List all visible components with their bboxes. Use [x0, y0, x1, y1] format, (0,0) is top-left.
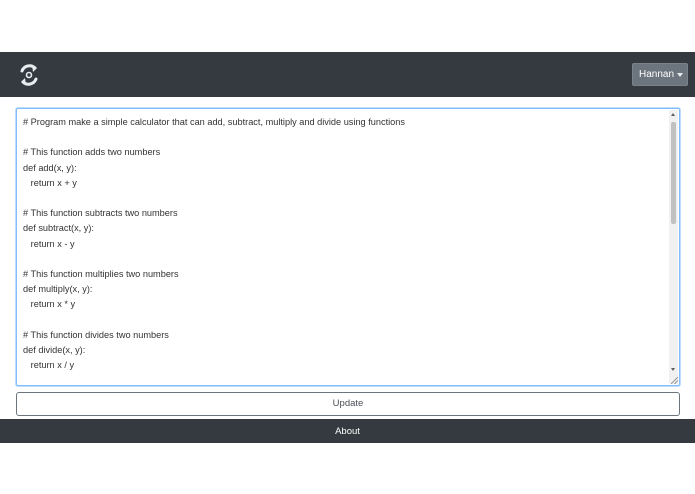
scrollbar-thumb[interactable]: [671, 122, 676, 224]
user-name-label: Hannan: [639, 69, 675, 80]
scroll-up-arrow-icon[interactable]: [671, 113, 675, 116]
vertical-scrollbar[interactable]: [669, 110, 678, 384]
scroll-down-arrow-icon[interactable]: [671, 368, 675, 371]
user-menu-dropdown[interactable]: Hannan: [632, 63, 688, 86]
about-link[interactable]: About: [335, 426, 360, 437]
code-content: # Program make a simple calculator that …: [23, 117, 405, 371]
sync-logo-icon[interactable]: [15, 61, 43, 89]
caret-down-icon: [677, 73, 683, 77]
update-button[interactable]: Update: [16, 392, 680, 416]
footer: About: [0, 419, 695, 443]
resize-handle-icon[interactable]: [671, 377, 678, 384]
navbar: [0, 52, 695, 97]
code-editor-textarea[interactable]: # Program make a simple calculator that …: [16, 108, 680, 386]
